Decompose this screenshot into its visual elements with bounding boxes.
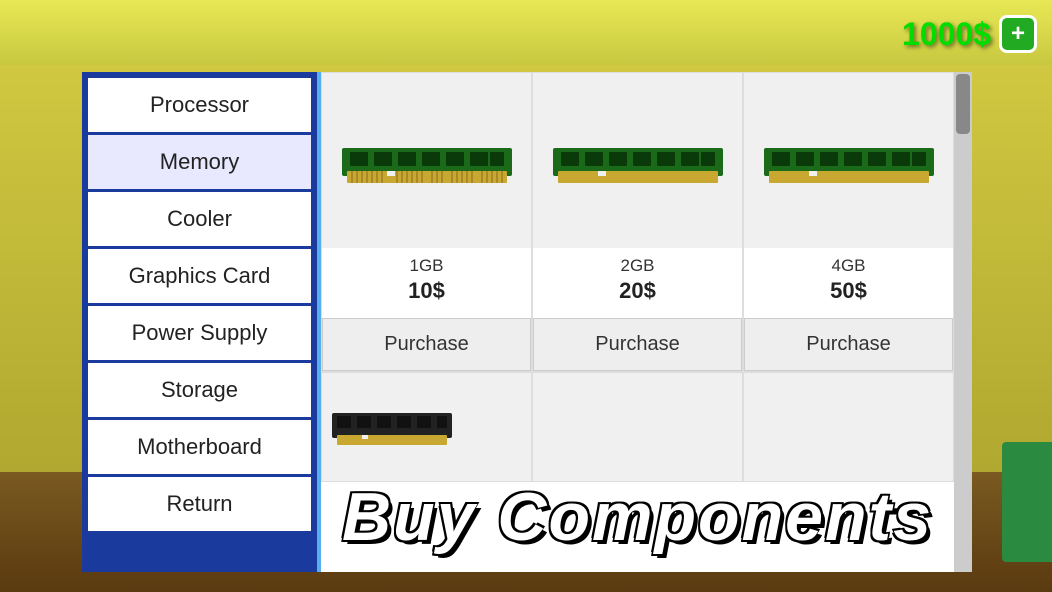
sidebar-item-cooler[interactable]: Cooler <box>88 192 311 246</box>
product-2gb-price: 20$ <box>537 278 738 304</box>
sidebar-item-power-supply[interactable]: Power Supply <box>88 306 311 360</box>
product-4gb-info: 4GB 50$ <box>744 248 953 318</box>
sidebar-item-motherboard[interactable]: Motherboard <box>88 420 311 474</box>
product-1gb: 1GB 10$ Purchase <box>321 72 532 372</box>
product-1gb-image <box>322 73 531 248</box>
currency-amount: 1000$ <box>902 16 991 53</box>
currency-display: 1000$ + <box>902 15 1037 53</box>
scrollbar-track[interactable] <box>954 72 972 572</box>
purchase-4gb-button[interactable]: Purchase <box>744 318 953 371</box>
content-area: 1GB 10$ Purchase <box>317 72 972 572</box>
sidebar-item-processor[interactable]: Processor <box>88 78 311 132</box>
product-row2-2-image <box>533 373 742 481</box>
product-row2-1 <box>321 372 532 482</box>
products-grid: 1GB 10$ Purchase <box>321 72 954 482</box>
ram-row2-icon <box>332 405 452 450</box>
ram-4gb-icon <box>764 133 934 188</box>
ram-1gb-icon <box>342 133 512 188</box>
add-currency-button[interactable]: + <box>999 15 1037 53</box>
product-2gb: 2GB 20$ Purchase <box>532 72 743 372</box>
ram-2gb-icon <box>553 133 723 188</box>
main-panel: Processor Memory Cooler Graphics Card Po… <box>82 72 972 572</box>
product-2gb-image <box>533 73 742 248</box>
product-1gb-price: 10$ <box>326 278 527 304</box>
product-4gb: 4GB 50$ Purchase <box>743 72 954 372</box>
product-row2-3 <box>743 372 954 482</box>
sidebar-item-return[interactable]: Return <box>88 477 311 531</box>
purchase-1gb-button[interactable]: Purchase <box>322 318 531 371</box>
sidebar-item-storage[interactable]: Storage <box>88 363 311 417</box>
product-1gb-name: 1GB <box>326 256 527 276</box>
product-2gb-info: 2GB 20$ <box>533 248 742 318</box>
sidebar-item-memory[interactable]: Memory <box>88 135 311 189</box>
product-4gb-name: 4GB <box>748 256 949 276</box>
buy-components-text: Buy Components <box>342 478 933 556</box>
product-row2-1-image <box>322 373 531 481</box>
green-box-decoration <box>1002 442 1052 562</box>
product-1gb-info: 1GB 10$ <box>322 248 531 318</box>
sidebar: Processor Memory Cooler Graphics Card Po… <box>82 72 317 572</box>
product-row2-3-image <box>744 373 953 481</box>
product-row2-2 <box>532 372 743 482</box>
product-2gb-name: 2GB <box>537 256 738 276</box>
product-4gb-price: 50$ <box>748 278 949 304</box>
sidebar-item-graphics-card[interactable]: Graphics Card <box>88 249 311 303</box>
ceiling <box>0 0 1052 65</box>
scrollbar-thumb[interactable] <box>956 74 970 134</box>
product-4gb-image <box>744 73 953 248</box>
purchase-2gb-button[interactable]: Purchase <box>533 318 742 371</box>
